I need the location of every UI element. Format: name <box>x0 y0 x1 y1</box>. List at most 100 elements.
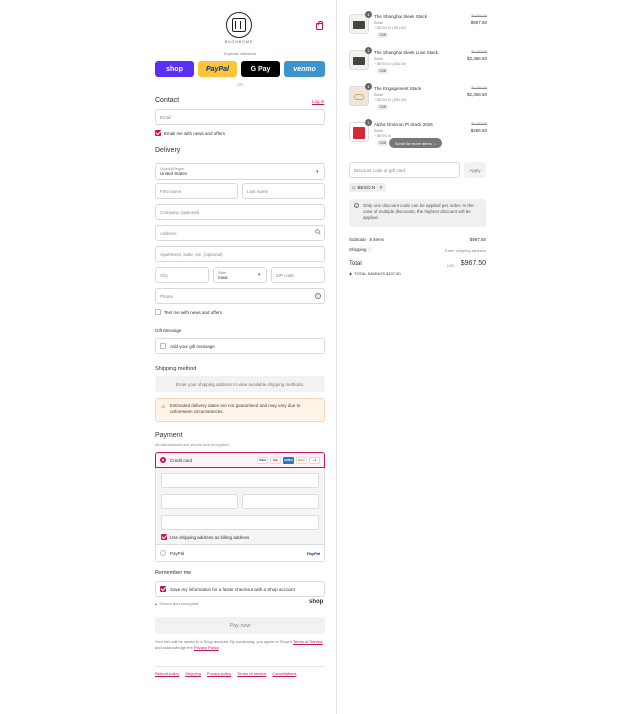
payment-subtitle: All transactions are secure and encrypte… <box>155 442 230 447</box>
shipping-placeholder: Enter your shipping address to view avai… <box>155 376 325 392</box>
paypal-button[interactable]: PayPal <box>198 61 237 77</box>
state-chevron-icon: ▾ <box>258 272 261 278</box>
chevron-down-icon: ▾ <box>316 169 319 175</box>
footer-links: Refund policy Shipping Privacy policy Te… <box>155 671 302 676</box>
product-tag: CBB <box>377 32 389 38</box>
original-price: $1,450.00 <box>471 122 487 126</box>
terms-of-service-link[interactable]: Terms of service <box>237 671 266 676</box>
card-expiry-field[interactable] <box>161 494 238 509</box>
product-discount: ◔ BEGO.N (-$34.40) <box>374 62 406 66</box>
quantity-badge: 1 <box>365 11 372 18</box>
login-link[interactable]: Log in <box>312 99 324 104</box>
apartment-field[interactable]: Apartment, suite, etc. (optional) <box>155 246 325 262</box>
billing-checkbox[interactable] <box>161 534 167 540</box>
pay-now-button[interactable]: Pay now <box>155 617 325 634</box>
discount-note: BEGO.N <box>377 134 391 138</box>
delivery-warning: ⚠ Estimated delivery dates are not guara… <box>155 398 325 422</box>
item-price: $2,356.50 <box>466 92 487 97</box>
visa-icon: VISA <box>257 456 268 464</box>
total-value: $967.50 <box>460 260 486 267</box>
card-cvv-field[interactable] <box>242 494 319 509</box>
discount-note: BEGO.N (-$5,100) <box>377 26 406 30</box>
paypal-radio[interactable] <box>160 550 166 556</box>
scroll-more-button[interactable]: Scroll for more items ↓ <box>389 138 442 148</box>
secure-label: Secure and encrypted <box>159 601 199 606</box>
credit-card-label: Credit card <box>170 457 193 463</box>
item-price: $266.50 <box>470 128 487 133</box>
more-cards-badge: +4 <box>309 456 320 464</box>
card-fields-panel: Use shipping address as billing address <box>155 468 325 544</box>
shipping-label: Shipping ⓘ <box>349 247 372 253</box>
order-summary: 1 The Shanghai Sleek Stack Small ◔ BEGO.… <box>336 0 640 714</box>
apply-button[interactable]: Apply <box>464 162 486 178</box>
discount-code-field[interactable]: Discount code or gift card <box>349 162 460 178</box>
city-field[interactable]: City <box>155 267 209 283</box>
country-select[interactable]: Country/Region United States <box>155 163 325 180</box>
product-tag: CBB <box>377 68 389 74</box>
zip-field[interactable]: ZIP code <box>271 267 325 283</box>
brand-name: BUONHOME <box>224 40 254 44</box>
phone-field[interactable]: Phone <box>155 288 325 304</box>
subtotal-value: $967.50 <box>469 237 486 242</box>
shop-pay-button[interactable]: shop <box>155 61 194 77</box>
or-divider: OR <box>237 82 243 87</box>
arrow-down-icon: ↓ <box>433 140 436 146</box>
paypal-option[interactable]: PayPal PayPal <box>155 544 325 562</box>
gift-label: Add your gift message <box>170 343 215 349</box>
gift-heading: Gift Message <box>155 328 182 333</box>
billing-option[interactable]: Use shipping address as billing address <box>161 534 249 540</box>
tag-savings-icon: ◈ <box>349 271 353 276</box>
delivery-warning-text: Estimated delivery dates are not guarant… <box>170 403 301 414</box>
scroll-hint-label: Scroll for more items <box>395 140 432 146</box>
product-discount: ◔ BEGO.N <box>374 134 391 138</box>
total-savings: ◈ TOTAL SAVINGS $107.50 <box>349 271 401 276</box>
privacy-link[interactable]: Privacy Policy <box>194 645 219 650</box>
brand-logo[interactable] <box>226 12 252 38</box>
cancellations-link[interactable]: Cancellations <box>272 671 296 676</box>
google-pay-button[interactable]: G Pay <box>241 61 280 77</box>
help-icon[interactable]: ? <box>315 293 321 299</box>
save-info-option[interactable]: Save my information for a faster checkou… <box>155 581 325 597</box>
email-field[interactable]: Email <box>155 109 325 125</box>
email-news-option[interactable]: Email me with news and offers <box>155 130 225 136</box>
last-name-field[interactable]: Last name <box>242 183 325 199</box>
save-info-checkbox[interactable] <box>160 586 166 592</box>
gift-checkbox[interactable] <box>160 343 166 349</box>
address-field[interactable]: Address <box>155 225 325 241</box>
applied-discount-chip: ◇ BEGO.N ✕ <box>349 183 386 192</box>
credit-card-option[interactable]: Credit card VISA MC AMEX DISC +4 <box>155 452 325 468</box>
tag-icon: ◇ <box>352 184 356 190</box>
quantity-badge: 1 <box>365 47 372 54</box>
credit-card-radio[interactable] <box>160 457 166 463</box>
cart-bag-icon[interactable] <box>316 21 323 30</box>
refund-policy-link[interactable]: Refund policy <box>155 671 179 676</box>
text-offers-checkbox[interactable] <box>155 309 161 315</box>
card-number-field[interactable] <box>161 473 319 488</box>
product-tag: CBB <box>377 104 389 110</box>
currency-label: USD <box>447 264 455 268</box>
product-name: The Shanghai Sleek Stack <box>374 14 428 19</box>
email-news-checkbox[interactable] <box>155 130 161 136</box>
shipping-link[interactable]: Shipping <box>185 671 201 676</box>
company-field[interactable]: Company (optional) <box>155 204 325 220</box>
product-discount: ◔ BEGO.N (-$5,100) <box>374 26 406 30</box>
mastercard-icon: MC <box>270 456 281 464</box>
savings-text: TOTAL SAVINGS $107.50 <box>354 271 401 276</box>
item-price: $957.50 <box>470 20 487 25</box>
remove-discount-icon[interactable]: ✕ <box>379 185 383 191</box>
shipping-label-text: Shipping <box>349 247 367 252</box>
privacy-policy-link[interactable]: Privacy policy <box>207 671 231 676</box>
gift-message-option[interactable]: Add your gift message <box>155 338 325 354</box>
remember-heading: Remember me <box>155 570 192 576</box>
shipping-value: Enter shipping address <box>445 248 486 253</box>
info-circle-icon[interactable]: ⓘ <box>368 247 372 252</box>
card-name-field[interactable] <box>161 515 319 530</box>
first-name-field[interactable]: First name <box>155 183 238 199</box>
text-offers-option[interactable]: Text me with news and offers <box>155 309 222 315</box>
original-price: $1,050.00 <box>471 14 487 18</box>
venmo-button[interactable]: venmo <box>284 61 325 77</box>
secure-note: 🔒︎ Secure and encrypted <box>155 601 198 606</box>
legal-text: Your info will be saved to a Shop accoun… <box>155 639 327 650</box>
terms-link[interactable]: Terms of Service <box>293 639 323 644</box>
total-label: Total <box>349 261 362 267</box>
